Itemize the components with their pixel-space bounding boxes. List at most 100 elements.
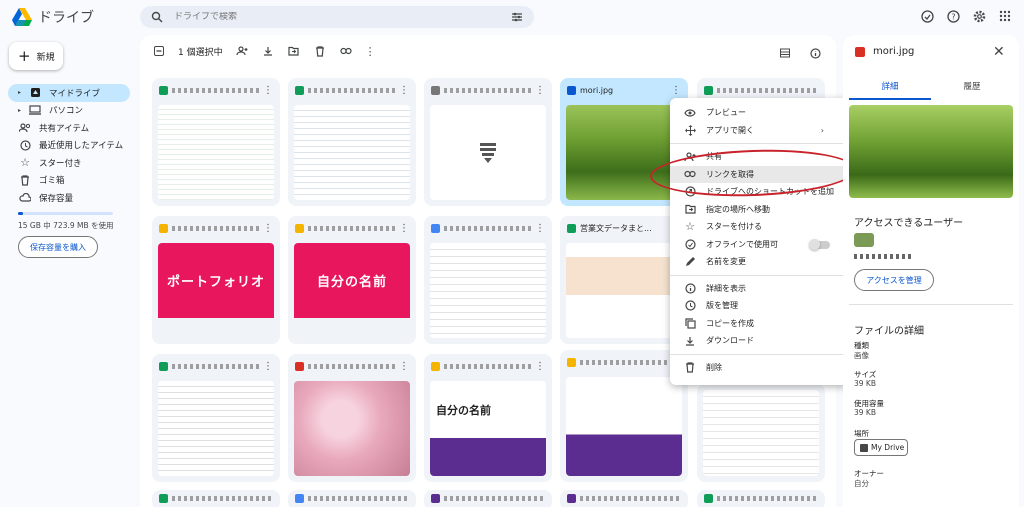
menu-item-versions[interactable]: 版を管理 [670, 297, 848, 315]
deselect-icon[interactable] [152, 44, 166, 58]
storage-usage-text: 15 GB 中 723.9 MB を使用 [18, 221, 114, 230]
file-card[interactable]: ⋮ [288, 354, 416, 482]
offline-toggle[interactable] [809, 238, 830, 250]
sidebar-item-computers[interactable]: ▸ パソコン [0, 102, 134, 120]
sidebar-nav: ▸ マイドライブ ▸ パソコン 共有アイテム 最近使用したアイテム ☆ スター付… [0, 84, 134, 207]
menu-item-star[interactable]: ☆ スターを付ける [670, 218, 848, 236]
share-person-add-icon[interactable] [235, 44, 249, 58]
trash-icon[interactable] [313, 44, 327, 58]
menu-item-add-shortcut[interactable]: ドライブへのショートカットを追加 [670, 183, 848, 201]
more-options-icon[interactable]: ⋮ [535, 223, 545, 234]
menu-item-label: スターを付ける [706, 222, 762, 232]
menu-item-download[interactable]: ダウンロード [670, 332, 848, 350]
apps-grid-icon[interactable] [998, 9, 1012, 23]
file-card[interactable] [697, 490, 825, 507]
more-options-icon[interactable]: ⋮ [399, 223, 409, 234]
shortcut-icon [683, 185, 697, 199]
settings-gear-icon[interactable] [972, 9, 986, 23]
docs-icon [295, 494, 304, 503]
new-button-label: 新規 [36, 52, 55, 63]
info-icon [683, 281, 697, 295]
file-card[interactable]: ⋮ [288, 78, 416, 206]
menu-item-label: 版を管理 [706, 301, 738, 311]
file-card[interactable] [288, 490, 416, 507]
file-card[interactable]: ⋮ [560, 350, 688, 482]
sidebar-item-label: 最近使用したアイテム [39, 141, 124, 152]
user-name-redacted [854, 254, 912, 259]
move-icon [683, 202, 697, 216]
menu-item-copy[interactable]: コピーを作成 [670, 315, 848, 333]
more-options-icon[interactable]: ⋮ [535, 85, 545, 96]
more-options-icon[interactable]: ⋮ [263, 85, 273, 96]
download-icon[interactable] [261, 44, 275, 58]
file-card[interactable]: ⋮ 自分の名前 [288, 216, 416, 344]
menu-item-preview[interactable]: プレビュー [670, 104, 848, 122]
sidebar-item-shared[interactable]: 共有アイテム [0, 119, 134, 137]
more-options-icon[interactable]: ⋮ [399, 85, 409, 96]
more-actions-icon[interactable]: ⋮ [365, 45, 376, 58]
file-card[interactable]: ⋮ [152, 354, 280, 482]
manage-access-button[interactable]: アクセスを管理 [854, 269, 934, 291]
buy-storage-button[interactable]: 保存容量を購入 [18, 236, 98, 258]
menu-item-delete[interactable]: 削除 [670, 359, 848, 377]
menu-item-move[interactable]: 指定の場所へ移動 [670, 201, 848, 219]
link-icon[interactable] [339, 44, 353, 58]
close-icon[interactable]: ✕ [993, 44, 1005, 60]
svg-text:?: ? [951, 12, 955, 21]
file-card[interactable]: ⋮ 自分の名前 [424, 354, 552, 482]
file-card[interactable] [424, 490, 552, 507]
drive-icon [860, 443, 868, 452]
sidebar-item-recent[interactable]: 最近使用したアイテム [0, 137, 134, 155]
copy-icon [683, 316, 697, 330]
storage-usage-fill [18, 212, 23, 215]
sheets-icon [567, 223, 576, 233]
file-card-selected[interactable]: mori.jpg ⋮ [560, 78, 688, 206]
filter-options-icon[interactable] [510, 10, 524, 24]
more-options-icon[interactable]: ⋮ [671, 85, 681, 96]
tab-activity[interactable]: 履歴 [931, 80, 1013, 100]
sidebar-item-trash[interactable]: ゴミ箱 [0, 172, 134, 190]
file-name-redacted [580, 359, 667, 365]
menu-item-open-with[interactable]: アプリで開く › [670, 122, 848, 140]
offline-status-icon[interactable] [920, 9, 934, 23]
more-options-icon[interactable]: ⋮ [263, 361, 273, 372]
help-icon[interactable]: ? [946, 9, 960, 23]
file-card[interactable]: ⋮ [424, 216, 552, 344]
location-chip[interactable]: My Drive [854, 439, 908, 456]
file-card[interactable]: ⋮ [152, 78, 280, 206]
tab-details[interactable]: 詳細 [849, 80, 931, 100]
more-options-icon[interactable]: ⋮ [399, 361, 409, 372]
file-card[interactable]: ⋮ [424, 78, 552, 206]
sidebar-item-my-drive[interactable]: ▸ マイドライブ [8, 84, 130, 102]
more-options-icon[interactable]: ⋮ [535, 361, 545, 372]
expand-arrow-icon[interactable]: ▸ [18, 89, 21, 96]
clock-icon [18, 138, 32, 152]
info-icon[interactable] [808, 46, 822, 60]
image-file-icon [567, 85, 576, 95]
used-value: 39 KB [854, 408, 876, 417]
search-bar[interactable] [140, 6, 534, 28]
sidebar-item-starred[interactable]: ☆ スター付き [0, 154, 134, 172]
file-card[interactable] [697, 384, 825, 482]
file-card[interactable]: 営業文データまと... [560, 216, 688, 344]
file-card[interactable] [152, 490, 280, 507]
search-icon[interactable] [150, 10, 164, 24]
expand-arrow-icon[interactable]: ▸ [18, 107, 21, 114]
list-view-icon[interactable] [778, 46, 792, 60]
open-with-icon [683, 123, 697, 137]
app-logo[interactable]: ドライブ [12, 7, 94, 27]
menu-item-offline[interactable]: オフラインで使用可 [670, 236, 848, 254]
file-card[interactable]: ⋮ ポートフォリオ [152, 216, 280, 344]
menu-item-share[interactable]: 共有 [670, 148, 848, 166]
menu-item-details[interactable]: 詳細を表示 [670, 280, 848, 298]
file-card[interactable] [560, 490, 688, 507]
menu-item-label: プレビュー [706, 108, 746, 118]
more-options-icon[interactable]: ⋮ [263, 223, 273, 234]
search-input[interactable] [174, 12, 500, 22]
move-folder-icon[interactable] [287, 44, 301, 58]
menu-item-rename[interactable]: 名前を変更 [670, 253, 848, 271]
forest-image-preview [849, 105, 1013, 198]
new-button[interactable]: + 新規 [9, 42, 63, 70]
menu-item-get-link[interactable]: リンクを取得 [670, 165, 848, 183]
sidebar-item-storage[interactable]: 保存容量 [0, 189, 134, 207]
